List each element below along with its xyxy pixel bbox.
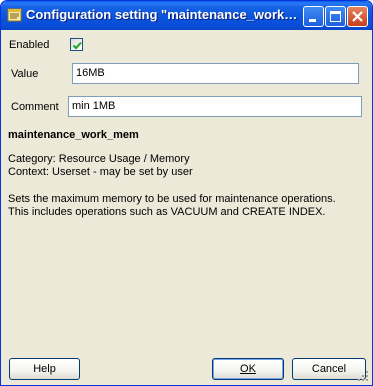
close-icon xyxy=(352,11,363,22)
comment-label: Comment xyxy=(11,101,59,113)
ok-button[interactable]: OK xyxy=(212,358,284,380)
maximize-icon xyxy=(330,11,341,22)
config-setting-dialog: Configuration setting "maintenance_work_… xyxy=(0,0,373,386)
enabled-label: Enabled xyxy=(9,39,50,51)
config-window-icon xyxy=(7,8,22,22)
enabled-checkbox[interactable] xyxy=(70,38,83,51)
setting-name: maintenance_work_mem xyxy=(8,129,139,141)
maximize-button[interactable] xyxy=(325,6,346,27)
close-button[interactable] xyxy=(347,6,368,27)
window-title: Configuration setting "maintenance_work_… xyxy=(26,7,301,22)
resize-grip-icon[interactable] xyxy=(357,370,369,382)
cancel-button[interactable]: Cancel xyxy=(292,358,366,380)
minimize-icon xyxy=(309,19,316,22)
setting-context: Context: Userset - may be set by user xyxy=(8,166,193,178)
value-label: Value xyxy=(11,68,39,80)
dialog-body: Enabled Value 16MB Comment min 1MB maint… xyxy=(4,30,369,382)
title-bar[interactable]: Configuration setting "maintenance_work_… xyxy=(1,1,372,30)
setting-description-line2: This includes operations such as VACUUM … xyxy=(8,206,326,218)
comment-field[interactable]: min 1MB xyxy=(68,96,362,117)
setting-description-line1: Sets the maximum memory to be used for m… xyxy=(8,193,336,205)
minimize-button[interactable] xyxy=(303,6,324,27)
setting-category: Category: Resource Usage / Memory xyxy=(8,153,190,165)
help-button[interactable]: Help xyxy=(9,358,80,380)
checkmark-icon xyxy=(72,41,82,50)
value-field[interactable]: 16MB xyxy=(72,63,359,84)
